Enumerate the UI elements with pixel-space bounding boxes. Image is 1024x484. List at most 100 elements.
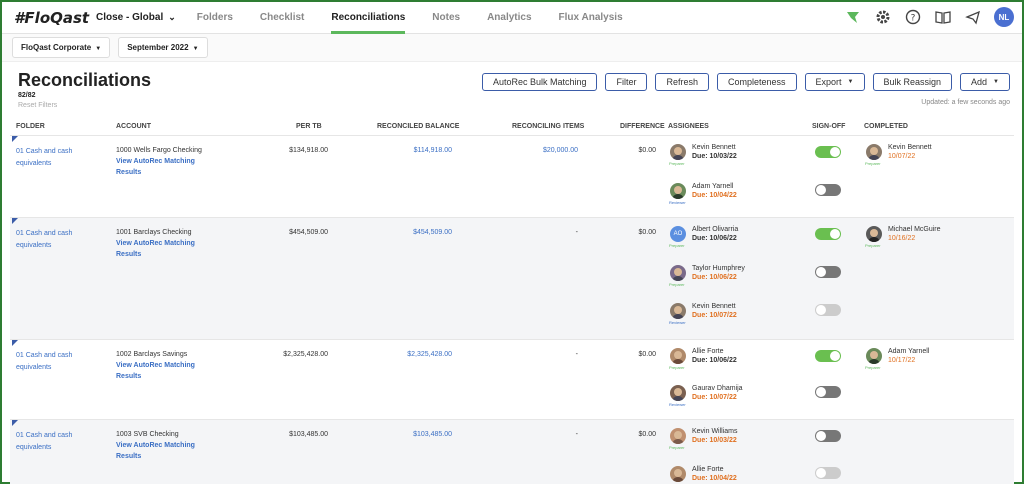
avatar (670, 144, 686, 160)
reconciling-items-link[interactable]: $20,000.00 (543, 147, 578, 154)
avatar (866, 144, 882, 160)
svg-text:?: ? (911, 14, 916, 24)
sign-off-toggle[interactable] (815, 146, 841, 158)
col-difference[interactable]: DIFFERENCE (620, 123, 665, 130)
tab-reconciliations[interactable]: Reconciliations (331, 2, 405, 34)
caret-down-icon: ▼ (192, 46, 199, 52)
table-row[interactable]: 01 Cash and cash equivalents 1001 Barcla… (10, 217, 1014, 339)
tab-folders[interactable]: Folders (197, 2, 233, 34)
filter-bar: FloQast Corporate ▼ September 2022 ▼ (2, 34, 1022, 62)
floqast-logo[interactable]: #FloQast (14, 9, 96, 27)
sign-off-toggle[interactable] (815, 386, 841, 398)
autorec-bulk-matching-button[interactable]: AutoRec Bulk Matching (481, 73, 598, 91)
account-name[interactable]: 1001 Barclays Checking (116, 229, 192, 236)
page-header: Reconciliations 82/82 Reset Filters Auto… (2, 62, 1022, 120)
assignee-due: Due: 10/06/22 (692, 235, 737, 242)
col-reconciled-balance[interactable]: RECONCILED BALANCE (377, 123, 459, 130)
help-icon[interactable]: ? (904, 8, 922, 26)
col-account[interactable]: ACCOUNT (116, 123, 151, 130)
sign-off-toggle[interactable] (815, 467, 841, 479)
sign-off-toggle[interactable] (815, 266, 841, 278)
announcement-icon[interactable] (964, 8, 982, 26)
difference-value: $0.00 (638, 351, 656, 358)
reset-filters-link[interactable]: Reset Filters (18, 102, 57, 109)
reconciled-balance-link[interactable]: $114,918.00 (414, 147, 452, 154)
account-name[interactable]: 1003 SVB Checking (116, 431, 179, 438)
avatar (670, 265, 686, 281)
row-marker-icon (12, 340, 18, 346)
user-avatar[interactable]: NL (994, 7, 1014, 27)
col-folder[interactable]: FOLDER (16, 123, 45, 130)
folder-link[interactable]: equivalents (16, 160, 51, 167)
autorec-link[interactable]: View AutoRec Matching (116, 442, 195, 449)
reconciled-balance-link[interactable]: $2,325,428.00 (407, 351, 452, 358)
table-row[interactable]: 01 Cash and cash equivalents 1000 Wells … (10, 135, 1014, 217)
autorec-link[interactable]: View AutoRec Matching (116, 362, 195, 369)
col-completed[interactable]: COMPLETED (864, 123, 908, 130)
col-per-tb[interactable]: PER TB (296, 123, 322, 130)
autorec-link[interactable]: Results (116, 251, 141, 258)
assignee-name: Adam Yarnell (692, 183, 734, 190)
autorec-link[interactable]: View AutoRec Matching (116, 240, 195, 247)
assignee-role: Reviewer (669, 402, 686, 407)
sign-off-toggle[interactable] (815, 228, 841, 240)
floqast-flag-icon[interactable] (844, 8, 862, 26)
folder-link[interactable]: 01 Cash and cash (16, 352, 72, 359)
period-selector[interactable]: Close - Global ⌄ (96, 2, 176, 34)
difference-value: $0.00 (638, 431, 656, 438)
folder-link[interactable]: equivalents (16, 444, 51, 451)
book-icon[interactable] (934, 8, 952, 26)
reconciled-balance-link[interactable]: $103,485.00 (413, 431, 452, 438)
caret-down-icon: ▼ (993, 79, 999, 85)
assignee-name: Gaurav Dhamija (692, 385, 743, 392)
autorec-link[interactable]: Results (116, 169, 141, 176)
assignee-name: Kevin Bennett (692, 303, 736, 310)
assignee-role: Preparer (669, 161, 685, 166)
refresh-button[interactable]: Refresh (655, 73, 709, 91)
reconciled-balance-link[interactable]: $454,509.00 (413, 229, 452, 236)
gear-icon[interactable] (874, 8, 892, 26)
sign-off-toggle[interactable] (815, 350, 841, 362)
row-marker-icon (12, 136, 18, 142)
folder-link[interactable]: equivalents (16, 364, 51, 371)
period-label: Close - Global (96, 12, 164, 23)
sign-off-toggle[interactable] (815, 430, 841, 442)
caret-down-icon: ▼ (95, 46, 102, 52)
avatar (866, 348, 882, 364)
tab-flux-analysis[interactable]: Flux Analysis (559, 2, 623, 34)
tab-checklist[interactable]: Checklist (260, 2, 304, 34)
per-tb-value: $454,509.00 (289, 229, 328, 236)
table-row[interactable]: 01 Cash and cash equivalents 1002 Barcla… (10, 339, 1014, 419)
completeness-button[interactable]: Completeness (717, 73, 797, 91)
assignee-due: Due: 10/06/22 (692, 357, 737, 364)
bulk-reassign-button[interactable]: Bulk Reassign (872, 73, 953, 91)
autorec-link[interactable]: View AutoRec Matching (116, 158, 195, 165)
autorec-link[interactable]: Results (116, 453, 141, 460)
folder-link[interactable]: 01 Cash and cash (16, 432, 72, 439)
col-sign-off[interactable]: SIGN-OFF (812, 123, 845, 130)
completed-date: 10/16/22 (888, 235, 916, 242)
chevron-down-icon: ⌄ (168, 12, 176, 22)
sign-off-toggle[interactable] (815, 184, 841, 196)
autorec-link[interactable]: Results (116, 373, 141, 380)
account-name[interactable]: 1000 Wells Fargo Checking (116, 147, 202, 154)
tab-notes[interactable]: Notes (432, 2, 460, 34)
reconciling-items-value: - (575, 351, 578, 358)
month-dropdown[interactable]: September 2022 ▼ (118, 37, 208, 58)
assignee-role: Preparer (669, 365, 685, 370)
entity-dropdown[interactable]: FloQast Corporate ▼ (12, 37, 111, 58)
account-name[interactable]: 1002 Barclays Savings (116, 351, 187, 358)
filter-button[interactable]: Filter (605, 73, 648, 91)
add-button[interactable]: Add ▼ (960, 73, 1010, 91)
export-button[interactable]: Export ▼ (804, 73, 865, 91)
folder-link[interactable]: 01 Cash and cash (16, 148, 72, 155)
col-assignees[interactable]: ASSIGNEES (668, 123, 709, 130)
tab-analytics[interactable]: Analytics (487, 2, 531, 34)
folder-link[interactable]: equivalents (16, 242, 51, 249)
col-reconciling-items[interactable]: RECONCILING ITEMS (512, 123, 584, 130)
table-row[interactable]: 01 Cash and cash equivalents 1003 SVB Ch… (10, 419, 1014, 484)
difference-value: $0.00 (638, 147, 656, 154)
sign-off-toggle[interactable] (815, 304, 841, 316)
assignee-due: Due: 10/07/22 (692, 312, 737, 319)
folder-link[interactable]: 01 Cash and cash (16, 230, 72, 237)
